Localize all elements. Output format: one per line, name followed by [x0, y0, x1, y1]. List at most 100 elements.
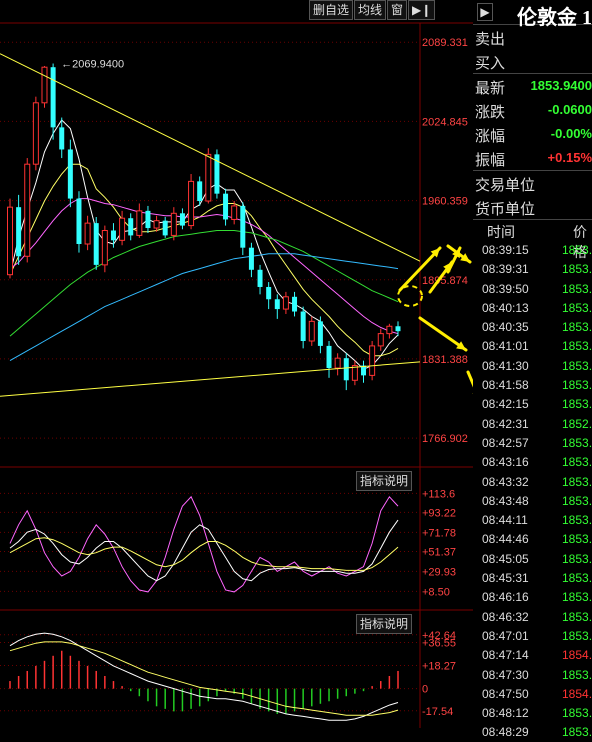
trade-price: 1853.	[562, 378, 592, 393]
trade-row: 08:46:32 1853.	[473, 607, 592, 626]
macd-tick-label: +18.27	[422, 661, 456, 673]
quote-value: -0.00%	[550, 126, 592, 141]
quote-label: 买入	[475, 55, 506, 72]
candle-body	[317, 321, 323, 346]
quote-row: 最新 1853.9400	[473, 73, 592, 98]
price-tick-label: 1766.902	[422, 433, 468, 445]
candle-body	[7, 206, 13, 276]
trade-row: 08:43:48 1853.	[473, 491, 592, 510]
macd-tick-label: 0	[422, 684, 428, 696]
candle-body	[188, 180, 195, 227]
trade-price: 1853.	[562, 551, 592, 566]
candle-body	[292, 296, 298, 312]
trade-price: 1853.	[562, 358, 592, 373]
trade-list[interactable]: 08:39:15 1853. 08:39:31 1853. 08:39:50 1853. 0…	[473, 240, 592, 742]
trade-time: 08:47:01	[482, 628, 529, 643]
trade-list-header: 时间 价格	[473, 219, 592, 260]
candle-body	[395, 326, 401, 332]
candle-body	[223, 193, 229, 220]
trade-time: 08:41:30	[482, 358, 529, 373]
quote-row: 卖出	[473, 25, 592, 49]
trade-time: 08:43:32	[482, 474, 529, 489]
trade-row: 08:44:46 1853.	[473, 529, 592, 548]
trade-price: 1853.	[562, 532, 592, 547]
trade-time: 08:45:31	[482, 571, 529, 586]
trade-row: 08:39:15 1853.	[473, 240, 592, 259]
price-tick-label: 1895.874	[422, 275, 468, 287]
window-button[interactable]: 窗	[387, 0, 408, 20]
price-tick-label: 1960.359	[422, 196, 468, 208]
quote-row: 振幅 +0.15%	[473, 146, 592, 170]
quote-panel-header: ▶ 伦敦金 1	[473, 0, 592, 29]
candle-body	[231, 205, 238, 220]
candle-body	[386, 325, 393, 335]
candle-body	[282, 296, 289, 310]
candle-body	[308, 320, 315, 342]
indicator-tick-label: +51.37	[422, 546, 456, 558]
indicator-tick-label: +8.50	[422, 586, 450, 598]
trade-price: 1854.	[562, 648, 592, 663]
quote-value: 1853.9400	[530, 78, 592, 93]
trade-row: 08:48:12 1853.	[473, 703, 592, 722]
trade-price: 1853.	[562, 435, 592, 450]
trade-price: 1853.	[562, 571, 592, 586]
trade-price: 1853.	[562, 493, 592, 508]
indicator-info-button-2[interactable]: 指标说明	[356, 614, 413, 634]
moving-average-button[interactable]: 均线	[354, 0, 387, 20]
trade-row: 08:42:57 1853.	[473, 433, 592, 452]
trade-row: 08:39:50 1853.	[473, 279, 592, 298]
trade-time: 08:47:14	[482, 648, 529, 663]
quote-label: 货币单位	[475, 201, 536, 218]
trade-time: 08:42:31	[482, 416, 529, 431]
trade-time: 08:41:58	[482, 378, 529, 393]
trade-row: 08:40:13 1853.	[473, 298, 592, 317]
trade-time: 08:44:11	[482, 513, 528, 528]
indicator-tick-label: +93.22	[422, 507, 456, 519]
trade-row: 08:42:31 1852.	[473, 414, 592, 433]
trade-time: 08:40:13	[482, 300, 529, 315]
trade-time: 08:44:46	[482, 532, 529, 547]
trade-price: 1853.	[562, 667, 592, 682]
trade-row: 08:42:15 1853.	[473, 394, 592, 413]
indicator-info-button-1[interactable]: 指标说明	[356, 471, 413, 491]
trade-time: 08:47:50	[482, 686, 529, 701]
candle-body	[377, 333, 384, 347]
trade-row: 08:43:32 1853.	[473, 472, 592, 491]
collapse-arrow-icon[interactable]: ▶❙	[408, 0, 436, 20]
trade-row: 08:45:05 1853.	[473, 549, 592, 568]
trade-row: 08:47:30 1853.	[473, 665, 592, 684]
trade-row: 08:47:14 1854.	[473, 645, 592, 664]
candle-body	[300, 311, 306, 341]
trade-price: 1853.	[562, 513, 592, 528]
candle-body	[128, 218, 134, 236]
remove-favorite-button[interactable]: 删自选	[309, 0, 354, 20]
candle-body	[110, 230, 116, 241]
candle-body	[369, 345, 376, 376]
trade-row: 08:43:16 1853.	[473, 452, 592, 471]
candle-body	[93, 223, 99, 265]
expand-arrow-icon[interactable]: ▶	[477, 3, 493, 21]
quote-row: 涨跌 -0.0600	[473, 98, 592, 122]
trade-time: 08:48:12	[482, 706, 529, 721]
candle-body	[257, 269, 263, 287]
candle-body	[205, 153, 212, 202]
trade-row: 08:41:30 1853.	[473, 356, 592, 375]
candle-body	[16, 207, 22, 257]
quote-value: +0.15%	[547, 150, 592, 165]
chart-toolbar: 删自选 均线 窗 ▶❙	[309, 0, 436, 20]
trade-row: 08:46:16 1853.	[473, 587, 592, 606]
trade-price: 1853.	[562, 262, 592, 277]
trade-time: 08:42:57	[482, 435, 529, 450]
macd-tick-label: -17.54	[422, 706, 453, 718]
trade-price: 1853.	[562, 474, 592, 489]
trade-row: 08:47:01 1853.	[473, 626, 592, 645]
trade-price: 1853.	[562, 609, 592, 624]
trade-price: 1853.	[562, 281, 592, 296]
candle-body	[162, 220, 168, 236]
trade-time: 08:46:32	[482, 609, 529, 624]
trade-time: 08:46:16	[482, 590, 529, 605]
macd-tick-label: +36.55	[422, 637, 456, 649]
quote-label: 涨幅	[475, 128, 506, 145]
trade-row: 08:41:58 1853.	[473, 375, 592, 394]
candle-body	[101, 229, 108, 266]
